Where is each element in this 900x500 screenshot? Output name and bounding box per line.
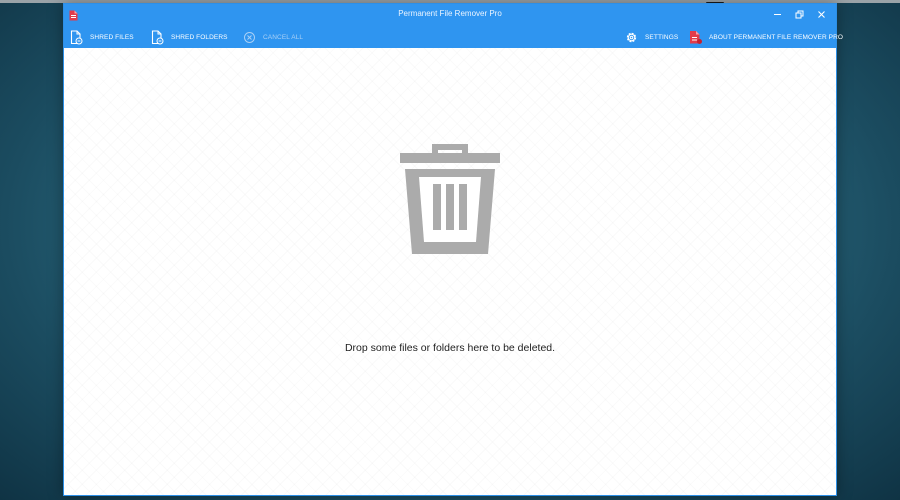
title-bar: Permanent File Remover Pro SHRED FILES S… [64, 4, 843, 48]
about-label: ABOUT PERMANENT FILE REMOVER PRO [709, 33, 844, 41]
restore-icon [795, 10, 803, 18]
restore-button[interactable] [788, 7, 810, 21]
drop-instruction: Drop some files or folders here to be de… [344, 342, 556, 354]
gear-icon [624, 30, 639, 45]
close-icon [817, 10, 825, 18]
drop-zone[interactable]: Drop some files or folders here to be de… [64, 48, 836, 495]
file-shred-icon [69, 29, 84, 45]
trash-can-icon [400, 144, 500, 254]
cancel-all-button[interactable]: CANCEL ALL [242, 26, 303, 48]
app-window: Permanent File Remover Pro SHRED FILES S… [63, 3, 843, 496]
toolbar: SHRED FILES SHRED FOLDERS CANCEL ALL SET… [64, 26, 843, 48]
cancel-all-label: CANCEL ALL [263, 33, 304, 41]
about-button[interactable]: ABOUT PERMANENT FILE REMOVER PRO [688, 26, 843, 48]
settings-label: SETTINGS [645, 33, 679, 41]
shred-files-label: SHRED FILES [90, 33, 134, 41]
close-button[interactable] [810, 7, 832, 21]
desktop-background: Permanent File Remover Pro SHRED FILES S… [0, 0, 900, 500]
minimize-icon [773, 13, 781, 15]
shred-folders-label: SHRED FOLDERS [171, 33, 228, 41]
shred-files-button[interactable]: SHRED FILES [69, 26, 134, 48]
folder-shred-icon [150, 29, 165, 45]
minimize-button[interactable] [766, 7, 788, 21]
settings-button[interactable]: SETTINGS [624, 26, 678, 48]
shred-folders-button[interactable]: SHRED FOLDERS [150, 26, 228, 48]
about-logo-icon [688, 30, 703, 45]
window-controls [766, 7, 832, 21]
cancel-circle-icon [242, 30, 257, 45]
window-title: Permanent File Remover Pro [398, 9, 502, 18]
